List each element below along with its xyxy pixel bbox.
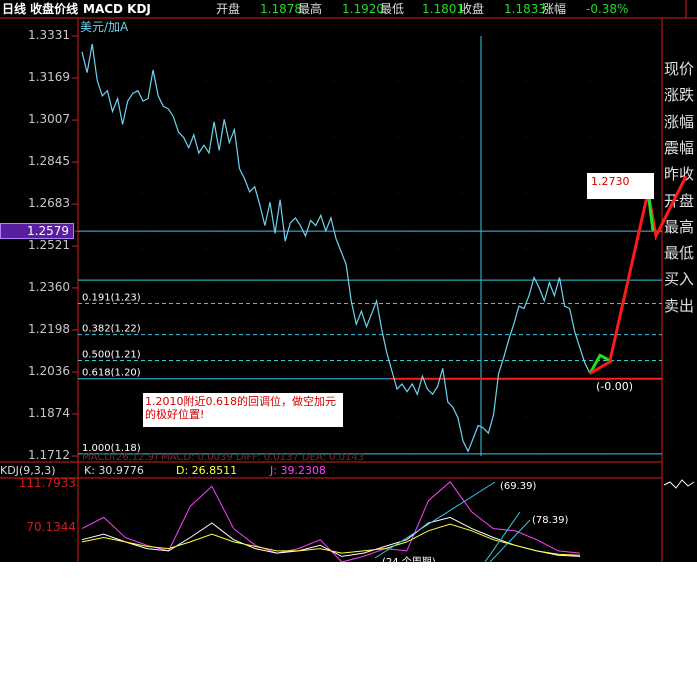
kdj-tick-top: 111.7933 [18,476,76,490]
chart-window: 日线 收盘价线 MACD KDJ 开盘 1.1878 最高 1.1920 最低 … [0,0,697,562]
fib-level-label: 0.191(1.23) [82,292,141,303]
annotation-note: 1.2010附近0.618的回调位，做空加元的极好位置! [143,393,343,427]
kdj-k-value: K: 30.9776 [84,464,144,477]
fib-level-label: 0.618(1.20) [82,368,141,379]
fib-level-label: 0.500(1.21) [82,350,141,361]
kdj-annotation-period: (24.个周期) [382,553,436,562]
zero-label: (-0.00) [596,380,634,393]
kdj-trend-line-2 [484,511,521,562]
forecast-red-segment [608,175,688,361]
kdj-d-value: D: 26.8511 [176,464,238,477]
kdj-trend-line-1 [374,481,496,559]
macd-header: MACD(26,12,9) MACD: 0.0039 DIFF: 0.0137 … [82,452,365,460]
mini-kdj-sparkline [663,479,695,489]
kdj-j-value: J: 39.2308 [270,464,326,477]
kdj-annotation-second: (78.39) [532,515,569,526]
price-chart: 0.191(1.23) 0.382(1.22) 0.500(1.21) 0.618(1… [0,0,697,562]
kdj-tick-mid: 70.1344 [26,520,76,534]
instrument-label: 美元/加A [80,20,129,34]
target-price-label: 1.2730 [587,173,654,199]
price-series-line [81,43,591,453]
fib-level-label: 0.382(1.22) [82,324,141,335]
kdj-series-d [81,523,581,556]
kdj-annotation-peak: (69.39) [500,481,537,492]
